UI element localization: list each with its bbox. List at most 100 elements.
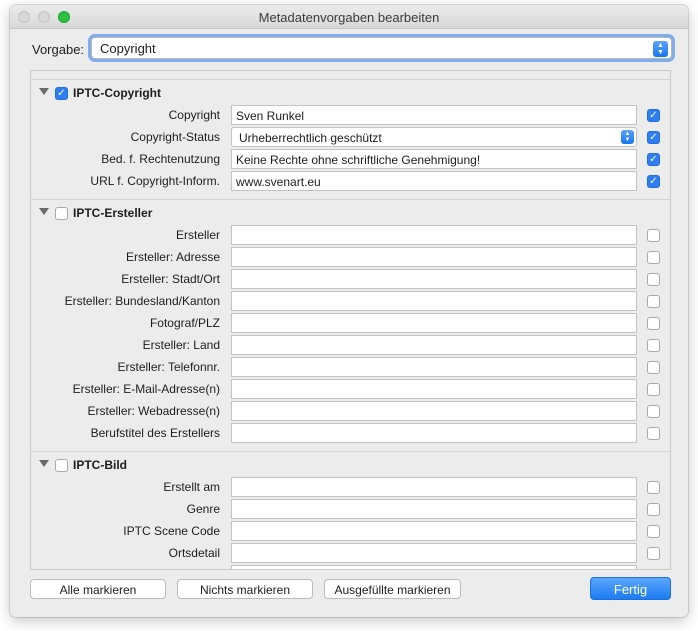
field-row: IPTC Scene Code — [31, 520, 670, 542]
section-title: IPTC-Copyright — [73, 86, 161, 100]
field-input-iptc-scene-code[interactable] — [231, 521, 637, 541]
field-input-field[interactable] — [231, 565, 637, 569]
field-checkbox[interactable] — [647, 525, 660, 538]
field-label: Ersteller: Bundesland/Kanton — [64, 294, 220, 308]
disclosure-triangle-icon[interactable] — [39, 208, 49, 215]
field-row — [31, 564, 670, 570]
field-input-ersteller-stadt-ort[interactable] — [231, 269, 637, 289]
field-checkbox[interactable] — [647, 405, 660, 418]
field-checkbox[interactable] — [647, 383, 660, 396]
section-header[interactable]: ✓ IPTC-Copyright — [31, 80, 670, 104]
field-input-ersteller-land[interactable] — [231, 335, 637, 355]
field-input-ersteller-adresse[interactable] — [231, 247, 637, 267]
field-label: Ortsdetail — [168, 546, 220, 560]
field-checkbox[interactable]: ✓ — [647, 109, 660, 122]
field-label: Bed. f. Rechtenutzung — [101, 152, 220, 166]
metadata-preset-dialog: Metadatenvorgaben bearbeiten Vorgabe: Co… — [10, 5, 688, 617]
field-label: Ersteller: Adresse — [125, 250, 220, 264]
title-bar: Metadatenvorgaben bearbeiten — [10, 5, 688, 29]
field-checkbox[interactable]: ✓ — [647, 153, 660, 166]
field-label: Fotograf/PLZ — [149, 316, 220, 330]
field-input-bed-f-rechtenutzung[interactable]: Keine Rechte ohne schriftliche Genehmigu… — [231, 149, 637, 169]
field-checkbox[interactable] — [647, 427, 660, 440]
field-row: Copyright Sven Runkel ✓ — [31, 104, 670, 126]
field-row: Genre — [31, 498, 670, 520]
field-input-ersteller-bundesland-kanton[interactable] — [231, 291, 637, 311]
field-row: Berufstitel des Erstellers — [31, 422, 670, 444]
field-input-ersteller-e-mail-adresse-n[interactable] — [231, 379, 637, 399]
field-row: Ersteller — [31, 224, 670, 246]
panel-top-strip — [31, 71, 670, 80]
field-checkbox[interactable] — [647, 317, 660, 330]
field-input-url-f-copyright-inform[interactable]: www.svenart.eu — [231, 171, 637, 191]
field-row: Fotograf/PLZ — [31, 312, 670, 334]
field-input-ersteller-webadresse-n[interactable] — [231, 401, 637, 421]
section-checkbox[interactable]: ✓ — [55, 87, 68, 100]
field-row: URL f. Copyright-Inform. www.svenart.eu ✓ — [31, 170, 670, 192]
field-row: Ersteller: Stadt/Ort — [31, 268, 670, 290]
section-header[interactable]: IPTC-Ersteller — [31, 200, 670, 224]
field-input-ortsdetail[interactable] — [231, 543, 637, 563]
field-checkbox[interactable] — [647, 273, 660, 286]
field-label: Ersteller: Stadt/Ort — [121, 272, 220, 286]
field-label: Ersteller — [175, 228, 220, 242]
field-label: IPTC Scene Code — [123, 524, 220, 538]
section-title: IPTC-Ersteller — [73, 206, 153, 220]
field-row: Erstellt am — [31, 476, 670, 498]
field-input-genre[interactable] — [231, 499, 637, 519]
field-row: Ersteller: Telefonnr. — [31, 356, 670, 378]
field-checkbox[interactable] — [647, 481, 660, 494]
field-checkbox[interactable] — [647, 229, 660, 242]
field-select-value: Urheberrechtlich geschützt — [239, 131, 382, 145]
field-row: Ersteller: Webadresse(n) — [31, 400, 670, 422]
field-row: Bed. f. Rechtenutzung Keine Rechte ohne s… — [31, 148, 670, 170]
field-label: Ersteller: E-Mail-Adresse(n) — [72, 382, 220, 396]
field-row: Ersteller: E-Mail-Adresse(n) — [31, 378, 670, 400]
mark-none-button[interactable]: Nichts markieren — [177, 579, 313, 599]
preset-select[interactable]: Copyright ▲ ▼ — [91, 37, 672, 59]
preset-label: Vorgabe: — [32, 42, 85, 57]
disclosure-triangle-icon[interactable] — [39, 88, 49, 95]
section-checkbox[interactable] — [55, 459, 68, 472]
field-label: Ersteller: Webadresse(n) — [87, 404, 221, 418]
metadata-fields-panel[interactable]: ✓ IPTC-Copyright Copyright Sven Runkel ✓ Copy… — [30, 70, 671, 570]
field-row: Ersteller: Adresse — [31, 246, 670, 268]
mark-filled-button[interactable]: Ausgefüllte markieren — [324, 579, 461, 599]
field-label: URL f. Copyright-Inform. — [90, 174, 220, 188]
field-input-fotograf-plz[interactable] — [231, 313, 637, 333]
section-checkbox[interactable] — [55, 207, 68, 220]
section-iptc-bild: IPTC-Bild Erstellt am Genre IPTC Scene Code… — [31, 452, 670, 570]
field-checkbox[interactable] — [647, 339, 660, 352]
field-checkbox[interactable] — [647, 569, 660, 570]
field-label: Genre — [186, 502, 220, 516]
field-select-copyright-status[interactable]: Urheberrechtlich geschützt ▲ ▼ — [231, 127, 637, 147]
field-label: Berufstitel des Erstellers — [90, 426, 220, 440]
field-checkbox[interactable]: ✓ — [647, 131, 660, 144]
disclosure-triangle-icon[interactable] — [39, 460, 49, 467]
field-input-berufstitel-des-erstellers[interactable] — [231, 423, 637, 443]
field-label: Ersteller: Land — [142, 338, 220, 352]
section-title: IPTC-Bild — [73, 458, 127, 472]
field-checkbox[interactable]: ✓ — [647, 175, 660, 188]
field-checkbox[interactable] — [647, 251, 660, 264]
done-button[interactable]: Fertig — [590, 577, 671, 600]
field-input-erstellt-am[interactable] — [231, 477, 637, 497]
field-input-copyright[interactable]: Sven Runkel — [231, 105, 637, 125]
field-checkbox[interactable] — [647, 295, 660, 308]
field-label: Copyright-Status — [130, 130, 220, 144]
preset-select-value: Copyright — [100, 41, 156, 56]
field-checkbox[interactable] — [647, 503, 660, 516]
window-title: Metadatenvorgaben bearbeiten — [258, 10, 440, 25]
field-label: Copyright — [168, 108, 220, 122]
field-checkbox[interactable] — [647, 547, 660, 560]
select-stepper-icon: ▲ ▼ — [653, 41, 668, 57]
field-row: Copyright-Status Urheberrechtlich geschüt… — [31, 126, 670, 148]
section-header[interactable]: IPTC-Bild — [31, 452, 670, 476]
field-input-ersteller-telefonnr[interactable] — [231, 357, 637, 377]
field-row: Ersteller: Bundesland/Kanton — [31, 290, 670, 312]
section-iptc-ersteller: IPTC-Ersteller Ersteller Ersteller: Adress… — [31, 200, 670, 452]
field-checkbox[interactable] — [647, 361, 660, 374]
field-input-ersteller[interactable] — [231, 225, 637, 245]
mark-all-button[interactable]: Alle markieren — [30, 579, 166, 599]
